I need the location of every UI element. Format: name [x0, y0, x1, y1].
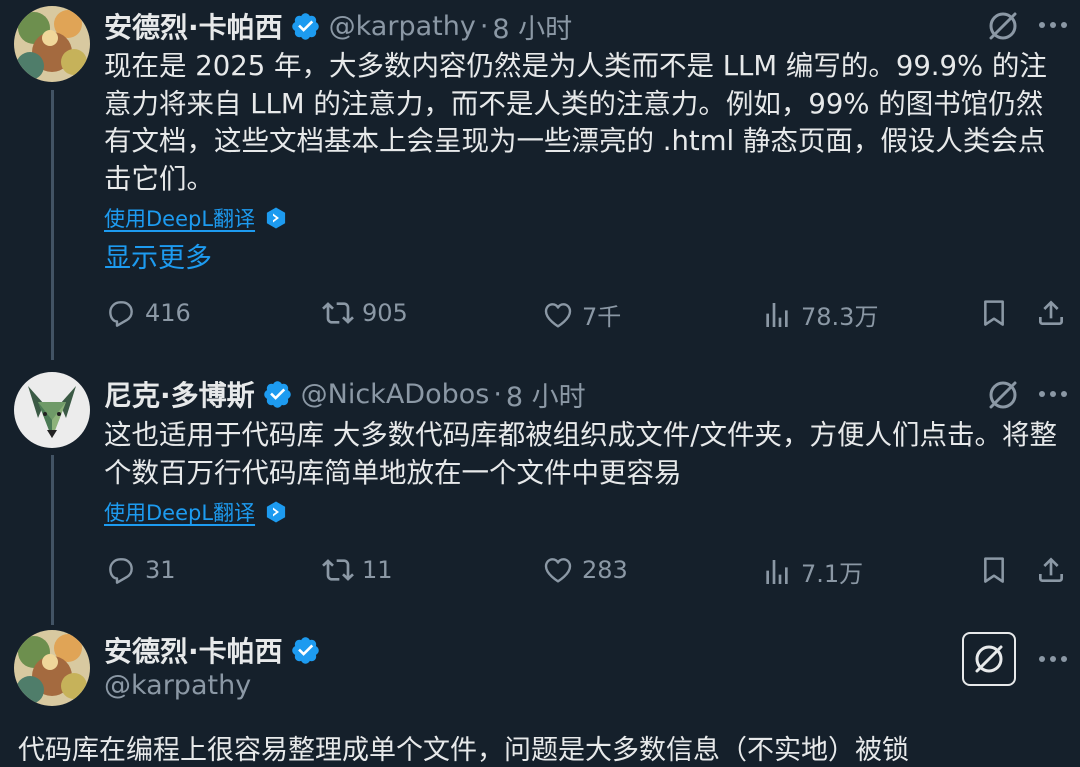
verified-badge-icon[interactable] [262, 379, 293, 410]
reply-button[interactable]: 416 [105, 297, 191, 329]
avatar[interactable] [14, 6, 90, 82]
like-icon [542, 554, 574, 586]
reply-icon [105, 554, 137, 586]
repost-icon [322, 554, 354, 586]
reply-icon [105, 297, 137, 329]
author-handle[interactable]: @NickADobos [301, 379, 490, 410]
reply-button[interactable]: 31 [105, 554, 176, 586]
post-timestamp[interactable]: 8 小时 [506, 375, 586, 414]
thread-connector-line [51, 455, 54, 625]
share-icon [1035, 554, 1067, 586]
post-header: 安德烈·卡帕西 @karpathy · 8 小时 [104, 6, 572, 46]
like-button[interactable]: 283 [542, 554, 628, 586]
share-button[interactable] [1035, 554, 1067, 586]
post-header: 安德烈·卡帕西 [104, 630, 321, 670]
share-icon [1035, 297, 1067, 329]
share-button[interactable] [1035, 297, 1067, 329]
translate-label[interactable]: 使用DeepL翻译 [104, 203, 255, 233]
verified-badge-icon[interactable] [290, 635, 321, 666]
grok-button[interactable] [962, 632, 1016, 686]
post-text: 这也适用于代码库 大多数代码库都被组织成文件/文件夹，方便人们点击。将整个数百万… [104, 419, 1058, 489]
repost-count: 905 [362, 299, 408, 327]
repost-button[interactable]: 11 [322, 554, 393, 586]
repost-count: 11 [362, 556, 393, 584]
views-button[interactable]: 7.1万 [761, 554, 863, 589]
like-button[interactable]: 7千 [542, 297, 621, 332]
show-more-link[interactable]: 显示更多 [104, 236, 212, 275]
author-name[interactable]: 尼克·多博斯 [104, 374, 255, 414]
more-icon[interactable] [1038, 21, 1068, 29]
grok-icon[interactable] [985, 377, 1021, 413]
author-name[interactable]: 安德烈·卡帕西 [104, 630, 283, 670]
views-icon [761, 556, 793, 588]
views-icon [761, 299, 793, 331]
separator-dot: · [493, 378, 502, 410]
post-timestamp[interactable]: 8 小时 [492, 7, 572, 46]
bookmark-icon [978, 297, 1010, 329]
post-text: 代码库在编程上很容易整理成单个文件，问题是大多数信息（不实地）被锁 [18, 735, 909, 766]
avatar[interactable] [14, 372, 90, 448]
like-icon [542, 299, 574, 331]
views-count: 7.1万 [801, 560, 864, 588]
translate-link[interactable]: 使用DeepL翻译 [104, 203, 288, 233]
separator-dot: · [479, 10, 489, 42]
reply-count: 416 [145, 299, 191, 327]
grok-icon [971, 641, 1007, 677]
repost-button[interactable]: 905 [322, 297, 408, 329]
deepl-icon[interactable] [264, 206, 288, 230]
views-count: 78.3万 [801, 303, 879, 331]
reply-count: 31 [145, 556, 176, 584]
author-handle[interactable]: @karpathy [329, 11, 476, 42]
views-button[interactable]: 78.3万 [761, 297, 878, 332]
post-header: 尼克·多博斯 @NickADobos · 8 小时 [104, 374, 586, 414]
bookmark-button[interactable] [978, 554, 1010, 586]
like-count: 283 [582, 556, 628, 584]
more-icon[interactable] [1038, 655, 1068, 663]
like-count: 7千 [582, 303, 622, 331]
bookmark-icon [978, 554, 1010, 586]
verified-badge-icon[interactable] [290, 11, 321, 42]
repost-icon [322, 297, 354, 329]
more-icon[interactable] [1038, 390, 1068, 398]
post-text: 现在是 2025 年，大多数内容仍然是为人类而不是 LLM 编写的。99.9% … [104, 50, 1047, 195]
thread-connector-line [51, 90, 54, 360]
author-name[interactable]: 安德烈·卡帕西 [104, 6, 283, 46]
grok-icon[interactable] [985, 8, 1021, 44]
avatar[interactable] [14, 630, 90, 706]
translate-label[interactable]: 使用DeepL翻译 [104, 497, 255, 527]
author-handle[interactable]: @karpathy [104, 670, 251, 701]
bookmark-button[interactable] [978, 297, 1010, 329]
translate-link[interactable]: 使用DeepL翻译 [104, 497, 288, 527]
deepl-icon[interactable] [264, 500, 288, 524]
